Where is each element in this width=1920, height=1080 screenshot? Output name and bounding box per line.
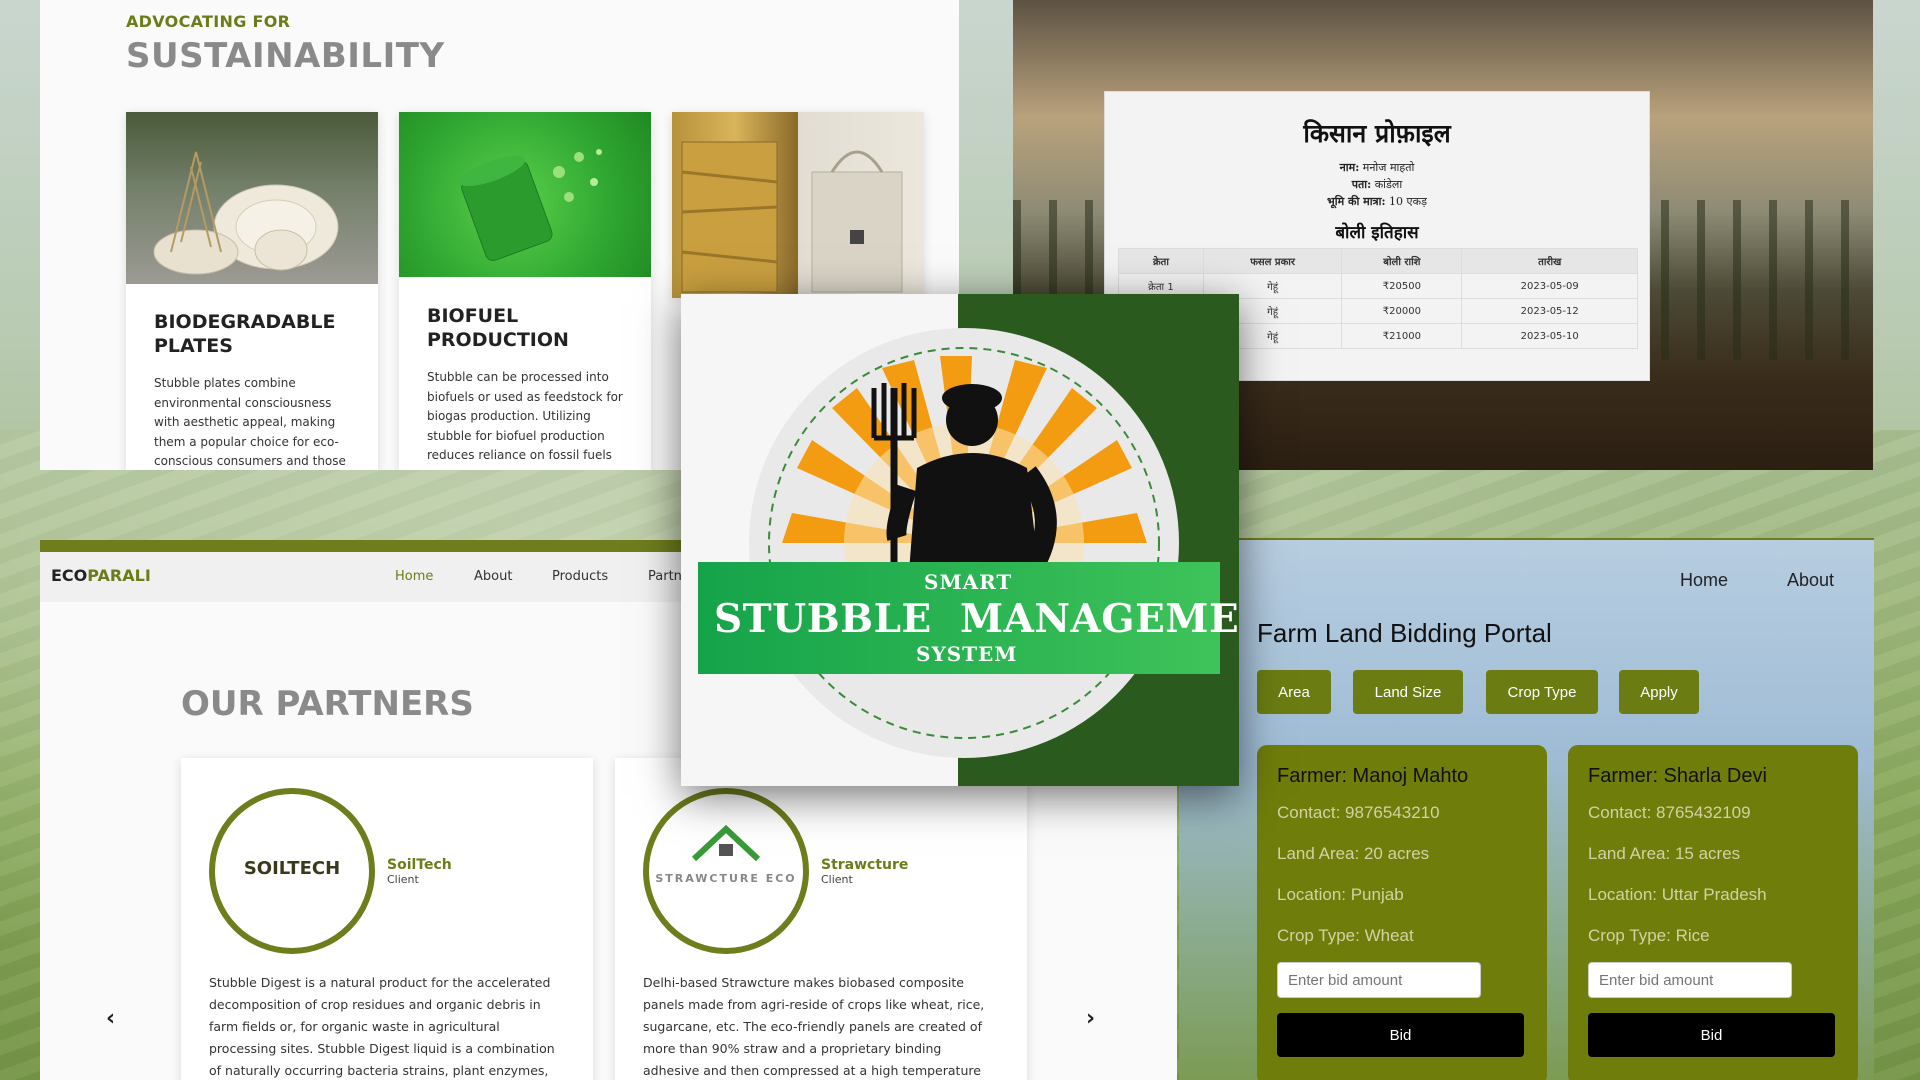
nav-home[interactable]: Home bbox=[1680, 570, 1728, 591]
filter-land-size-button[interactable]: Land Size bbox=[1353, 670, 1463, 714]
nav-about[interactable]: About bbox=[1787, 570, 1834, 591]
profile-title: किसान प्रोफ़ाइल bbox=[1303, 119, 1451, 148]
filter-area-button[interactable]: Area bbox=[1257, 670, 1331, 714]
filter-crop-type-button[interactable]: Crop Type bbox=[1486, 670, 1598, 714]
table-cell: ₹21000 bbox=[1341, 323, 1463, 349]
farmer-contact: Contact: 8765432109 bbox=[1588, 803, 1751, 822]
partner-role: Client bbox=[387, 873, 419, 886]
card-title-line2: PLATES bbox=[154, 335, 233, 357]
card-text: Stubble can be processed into biofuels o… bbox=[427, 370, 623, 462]
farmer-card: Farmer: Manoj Mahto Contact: 9876543210 … bbox=[1257, 745, 1547, 1080]
name-value: मनोज माहतो bbox=[1362, 161, 1415, 174]
brand-part-parali: PARALI bbox=[87, 566, 151, 585]
logo-banner: SMART STUBBLE MANAGEMENT SYSTEM bbox=[698, 562, 1239, 674]
partner-logo: STRAWCTURE ECO bbox=[643, 788, 809, 954]
card-straw-products[interactable] bbox=[672, 112, 924, 298]
partners-title: OUR PARTNERS bbox=[181, 684, 474, 724]
partner-logo-text: STRAWCTURE ECO bbox=[655, 872, 797, 885]
nav-home[interactable]: Home bbox=[395, 569, 433, 584]
table-cell: ₹20500 bbox=[1341, 273, 1463, 299]
partner-logo-text: SOILTECH bbox=[243, 858, 341, 879]
column-header: क्रेता bbox=[1118, 248, 1204, 274]
partner-description: Stubble Digest is a natural product for … bbox=[209, 975, 555, 1078]
land-value: 10 एकड़ bbox=[1389, 195, 1427, 208]
farmer-card: Farmer: Sharla Devi Contact: 8765432109 … bbox=[1568, 745, 1858, 1080]
farmer-contact: Contact: 9876543210 bbox=[1277, 803, 1440, 822]
bid-amount-input[interactable] bbox=[1588, 962, 1792, 998]
address-label: पता: bbox=[1351, 178, 1372, 191]
card-text: Stubble plates combine environmental con… bbox=[154, 376, 346, 468]
profile-address-line: पता: कांडेला bbox=[1105, 177, 1649, 192]
farmer-name: Farmer: Sharla Devi bbox=[1588, 765, 1767, 787]
apply-filter-button[interactable]: Apply bbox=[1619, 670, 1699, 714]
card-biodegradable-plates[interactable]: BIODEGRADABLE PLATES Stubble plates comb… bbox=[126, 112, 378, 470]
house-icon bbox=[691, 824, 761, 862]
card-title-line1: BIODEGRADABLE bbox=[154, 311, 336, 333]
partner-role: Client bbox=[821, 873, 853, 886]
logo-word-system: SYSTEM bbox=[916, 642, 1018, 666]
plates-image bbox=[126, 112, 378, 284]
table-cell: 2023-05-09 bbox=[1461, 273, 1638, 299]
farmer-name: Farmer: Manoj Mahto bbox=[1277, 765, 1469, 787]
partner-card-soiltech: SOILTECH SoilTech Client Stubble Digest … bbox=[181, 758, 593, 1080]
column-header: तारीख bbox=[1461, 248, 1638, 274]
card-title-line2: PRODUCTION bbox=[427, 329, 569, 351]
logo-word-management: MANAGEMENT bbox=[959, 596, 1239, 642]
straw-products-image bbox=[672, 112, 924, 298]
farmer-crop-type: Crop Type: Wheat bbox=[1277, 926, 1414, 945]
brand-part-eco: ECO bbox=[51, 566, 88, 585]
column-header: बोली राशि bbox=[1341, 248, 1463, 274]
nav-products[interactable]: Products bbox=[552, 569, 608, 584]
bid-amount-input[interactable] bbox=[1277, 962, 1481, 998]
farmer-land-area: Land Area: 20 acres bbox=[1277, 844, 1430, 863]
partner-name: Strawcture bbox=[821, 857, 909, 873]
bid-button[interactable]: Bid bbox=[1277, 1013, 1524, 1057]
logo-word-smart: SMART bbox=[924, 570, 1013, 594]
biofuel-image bbox=[399, 112, 651, 277]
smart-stubble-logo-panel: SMART STUBBLE MANAGEMENT SYSTEM bbox=[681, 294, 1239, 786]
partner-name: SoilTech bbox=[387, 857, 452, 873]
bid-button[interactable]: Bid bbox=[1588, 1013, 1835, 1057]
profile-land-line: भूमि की मात्रा: 10 एकड़ bbox=[1105, 194, 1649, 209]
section-title: SUSTAINABILITY bbox=[126, 36, 445, 76]
bidding-portal-panel: Home About Farm Land Bidding Portal Area… bbox=[1179, 538, 1874, 1080]
column-header: फसल प्रकार bbox=[1202, 248, 1343, 274]
land-label: भूमि की मात्रा: bbox=[1327, 195, 1386, 208]
farmer-emblem-icon bbox=[749, 328, 1179, 758]
nav-about[interactable]: About bbox=[474, 569, 512, 584]
nav-partners[interactable]: Partn bbox=[648, 569, 682, 584]
card-biofuel-production[interactable]: BIOFUEL PRODUCTION Stubble can be proces… bbox=[399, 112, 651, 470]
partner-description: Delhi-based Strawcture makes biobased co… bbox=[643, 975, 985, 1078]
table-cell: ₹20000 bbox=[1341, 298, 1463, 324]
partner-logo: SOILTECH bbox=[209, 788, 375, 954]
logo-main-words: STUBBLE MANAGEMENT bbox=[714, 596, 1239, 642]
table-header-row: क्रेता फसल प्रकार बोली राशि तारीख bbox=[1118, 248, 1638, 274]
farmer-crop-type: Crop Type: Rice bbox=[1588, 926, 1710, 945]
carousel-prev-icon[interactable]: ‹ bbox=[106, 1006, 115, 1031]
farmer-location: Location: Punjab bbox=[1277, 885, 1404, 904]
brand-logo[interactable]: ECOPARALI bbox=[51, 566, 151, 585]
name-label: नाम: bbox=[1339, 161, 1360, 174]
table-cell: 2023-05-12 bbox=[1461, 298, 1638, 324]
farmer-land-area: Land Area: 15 acres bbox=[1588, 844, 1741, 863]
carousel-next-icon[interactable]: › bbox=[1086, 1006, 1095, 1031]
portal-title: Farm Land Bidding Portal bbox=[1257, 618, 1552, 648]
partner-card-strawcture: STRAWCTURE ECO Strawcture Client Delhi-b… bbox=[615, 758, 1027, 1080]
table-cell: 2023-05-10 bbox=[1461, 323, 1638, 349]
logo-word-stubble: STUBBLE bbox=[714, 596, 932, 642]
card-title-line1: BIOFUEL bbox=[427, 305, 519, 327]
bid-history-title: बोली इतिहास bbox=[1335, 223, 1419, 243]
farmer-location: Location: Uttar Pradesh bbox=[1588, 885, 1767, 904]
address-value: कांडेला bbox=[1374, 178, 1403, 191]
section-kicker: ADVOCATING FOR bbox=[126, 12, 291, 31]
profile-name-line: नाम: मनोज माहतो bbox=[1105, 160, 1649, 175]
